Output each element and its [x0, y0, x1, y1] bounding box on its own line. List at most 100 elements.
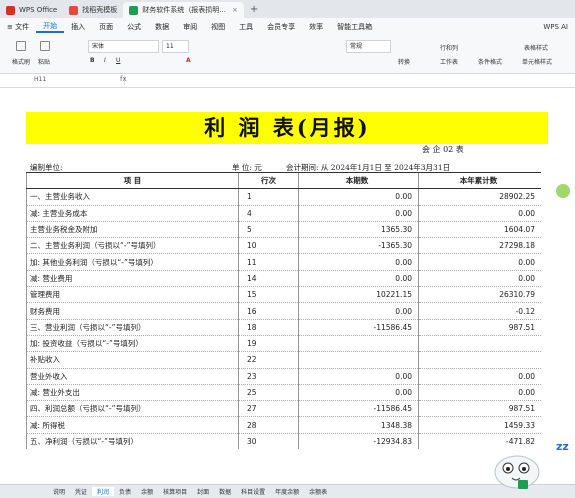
tab-template[interactable]: 找稻壳模板: [63, 2, 123, 18]
cell-line-no[interactable]: 15: [238, 286, 299, 303]
cell-item[interactable]: 加: 其他业务利润（亏损以“-”号填列）: [26, 253, 239, 271]
sheet-tab[interactable]: 余额表: [304, 487, 332, 496]
underline-icon[interactable]: U: [116, 57, 120, 64]
cell-ytd[interactable]: 0.00: [418, 367, 541, 385]
tab-finance-file[interactable]: 财务软件系统（报表损明... ×: [123, 2, 244, 18]
cell-current[interactable]: -11586.45: [298, 400, 419, 417]
fx-icon[interactable]: fx: [120, 75, 127, 83]
sheet-tab[interactable]: 科目设置: [236, 487, 270, 496]
menu-file[interactable]: ≡ 文件: [0, 22, 36, 32]
close-icon[interactable]: ×: [232, 6, 238, 14]
menu-item-member[interactable]: 会员专享: [260, 22, 302, 32]
cell-current[interactable]: 0.00: [298, 302, 419, 320]
cell-ytd[interactable]: 1604.07: [418, 220, 541, 238]
cell-item[interactable]: 补贴收入: [26, 351, 239, 369]
sheet-tab[interactable]: 负债: [114, 487, 136, 496]
format-painter-icon[interactable]: [16, 41, 26, 51]
menu-item-formula[interactable]: 公式: [120, 22, 148, 32]
sheet-tab[interactable]: 余额: [136, 487, 158, 496]
cell-current[interactable]: 0.00: [298, 204, 419, 222]
cell-item[interactable]: 减: 主营业务成本: [26, 204, 239, 222]
cell-ytd[interactable]: 26310.79: [418, 286, 541, 303]
cell-current[interactable]: -12934.83: [298, 432, 419, 450]
menu-item-tools[interactable]: 工具: [232, 22, 260, 32]
cell-line-no[interactable]: 18: [238, 318, 299, 336]
convert-button[interactable]: 转换: [398, 57, 410, 66]
cell-current[interactable]: -11586.45: [298, 318, 419, 336]
cell-item[interactable]: 财务费用: [26, 302, 239, 320]
name-box[interactable]: H11: [4, 75, 125, 85]
menu-item-efficiency[interactable]: 效率: [302, 22, 330, 32]
cell-ytd[interactable]: 1459.33: [418, 416, 541, 434]
cell-item[interactable]: 加: 投资收益（亏损以“-”号填列）: [26, 334, 239, 352]
cell-current[interactable]: 0.00: [298, 253, 419, 271]
cell-current[interactable]: 1365.30: [298, 220, 419, 238]
cell-line-no[interactable]: 27: [238, 400, 299, 417]
rows-cols-button[interactable]: 行和列: [440, 43, 458, 52]
sheet-tab[interactable]: 年度余额: [270, 487, 304, 496]
cell-ytd[interactable]: 987.51: [418, 318, 541, 336]
sheet-tab[interactable]: 数据: [214, 487, 236, 496]
report-code[interactable]: 会 企 02 表: [422, 144, 464, 155]
font-size-select[interactable]: 11: [162, 40, 189, 53]
cell-item[interactable]: 五、净利润（亏损以“-”号填列）: [26, 432, 239, 450]
cell-line-no[interactable]: 11: [238, 253, 299, 271]
header-line-no[interactable]: 行次: [238, 171, 299, 190]
cell-line-no[interactable]: 22: [238, 351, 299, 369]
cell-line-no[interactable]: 5: [238, 220, 299, 238]
cell-line-no[interactable]: 4: [238, 204, 299, 222]
cell-line-no[interactable]: 16: [238, 302, 299, 320]
menu-item-home[interactable]: 开始: [36, 21, 65, 33]
bold-icon[interactable]: B: [90, 57, 95, 64]
report-title[interactable]: 利 润 表(月报): [0, 112, 575, 144]
cell-line-no[interactable]: 25: [238, 383, 299, 401]
number-format-select[interactable]: 常规: [346, 40, 391, 53]
cell-line-no[interactable]: 23: [238, 367, 299, 385]
font-family-select[interactable]: 宋体: [88, 40, 159, 53]
cell-current[interactable]: -1365.30: [298, 237, 419, 254]
cell-ytd[interactable]: 0.00: [418, 253, 541, 271]
menu-item-data[interactable]: 数据: [148, 22, 176, 32]
header-item[interactable]: 项 目: [26, 171, 239, 190]
worksheet-button[interactable]: 工作表: [440, 57, 458, 66]
sheet-tab-active[interactable]: 利润: [92, 487, 115, 496]
cell-item[interactable]: 减: 营业外支出: [26, 383, 239, 401]
cell-current[interactable]: 10221.15: [298, 286, 419, 303]
cell-item[interactable]: 主营业务税金及附加: [26, 220, 239, 238]
cell-item[interactable]: 营业外收入: [26, 367, 239, 385]
cell-line-no[interactable]: 19: [238, 334, 299, 352]
sheet-tab[interactable]: 凭证: [70, 487, 92, 496]
paste-icon[interactable]: [40, 41, 50, 51]
sheet-tab[interactable]: 核算项目: [158, 487, 192, 496]
cell-style-button[interactable]: 单元格样式: [522, 57, 552, 66]
header-ytd[interactable]: 本年累计数: [418, 171, 541, 190]
cell-item[interactable]: 减: 所得税: [26, 416, 239, 434]
cell-current[interactable]: 0.00: [298, 383, 419, 401]
sheet-tab[interactable]: 封面: [192, 487, 214, 496]
cell-line-no[interactable]: 14: [238, 269, 299, 287]
cell-ytd[interactable]: 987.51: [418, 400, 541, 417]
sheet-tab[interactable]: 说明: [48, 487, 70, 496]
italic-icon[interactable]: I: [104, 57, 106, 64]
wps-ai-button[interactable]: WPS AI: [536, 23, 575, 31]
cell-ytd[interactable]: -0.12: [418, 302, 541, 320]
header-current[interactable]: 本期数: [298, 171, 419, 190]
menu-item-view[interactable]: 视图: [204, 22, 232, 32]
cond-format-button[interactable]: 条件格式: [478, 57, 502, 66]
cell-current[interactable]: 0.00: [298, 269, 419, 287]
menu-item-page[interactable]: 页面: [92, 22, 120, 32]
cell-ytd[interactable]: 28902.25: [418, 188, 541, 206]
menu-item-insert[interactable]: 插入: [64, 22, 92, 32]
cell-current[interactable]: [298, 334, 419, 352]
cell-line-no[interactable]: 30: [238, 432, 299, 450]
cell-line-no[interactable]: 1: [238, 188, 299, 206]
cell-current[interactable]: 0.00: [298, 188, 419, 206]
cell-item[interactable]: 一、主营业务收入: [26, 188, 239, 206]
cell-current[interactable]: [298, 351, 419, 369]
cell-item[interactable]: 四、利润总额（亏损以“-”号填列）: [26, 400, 239, 417]
cell-item[interactable]: 减: 营业费用: [26, 269, 239, 287]
cell-current[interactable]: 0.00: [298, 367, 419, 385]
cell-ytd[interactable]: [418, 351, 541, 369]
table-style-button[interactable]: 表格样式: [524, 43, 548, 52]
cell-ytd[interactable]: 0.00: [418, 269, 541, 287]
